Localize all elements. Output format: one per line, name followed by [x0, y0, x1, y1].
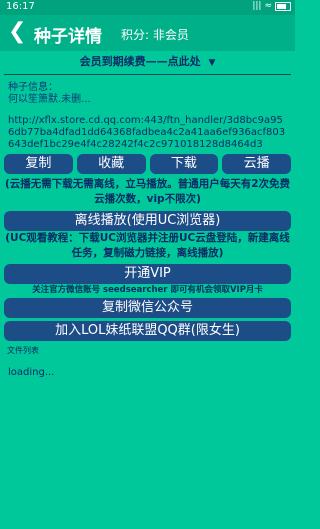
chevron-down-icon: ▼: [208, 58, 216, 68]
seed-name: 何以笙箫默.未删...: [8, 94, 91, 105]
renew-label: 会员到期续费——点此处: [79, 55, 201, 68]
uc-tutorial-tip: (UC观看教程：下载UC浏览器并注册UC云盘登陆，新建离线任务，复制磁力链接，离…: [5, 232, 290, 259]
primary-actions: 复制 收藏 下载 云播: [4, 154, 291, 174]
cloud-play-button[interactable]: 云播: [222, 154, 291, 174]
join-qq-group-button[interactable]: 加入LOL妹纸联盟QQ群(限女生): [4, 321, 291, 341]
magnet-url: http://xflx.store.cd.qq.com:443/ftn_hand…: [8, 115, 286, 150]
battery-icon: [275, 1, 291, 11]
wechat-gift-notice: 关注官方微信账号 seedsearcher 即可有机会领取VIP月卡: [32, 285, 263, 295]
status-bar: 16:17 ||| ≈: [0, 0, 295, 15]
favorite-button[interactable]: 收藏: [76, 154, 146, 174]
cloud-play-tip: (云播无需下载无需离线，立马播放。普通用户每天有2次免费云播次数，vip不限次): [4, 178, 291, 205]
divider: [4, 74, 291, 75]
seed-info-label: 种子信息：: [8, 82, 58, 93]
seed-detail-panel: 会员到期续费——点此处 ▼ 种子信息： 何以笙箫默.未删... http://x…: [0, 51, 295, 529]
wifi-icon: ≈: [264, 1, 272, 11]
app-header: ❮ 种子详情 积分: 非会员: [0, 15, 295, 51]
signal-icon: |||: [252, 1, 262, 11]
download-button[interactable]: 下载: [149, 154, 219, 174]
back-arrow-icon[interactable]: ❮: [8, 18, 26, 46]
offline-play-button[interactable]: 离线播放(使用UC浏览器): [4, 211, 291, 231]
renew-membership-link[interactable]: 会员到期续费——点此处 ▼: [0, 53, 295, 75]
points-status: 积分: 非会员: [121, 28, 189, 42]
status-time: 16:17: [6, 1, 35, 12]
loading-text: loading...: [8, 367, 55, 378]
open-vip-button[interactable]: 开通VIP: [4, 264, 291, 284]
seed-info: 种子信息： 何以笙箫默.未删...: [8, 82, 91, 106]
copy-button[interactable]: 复制: [4, 154, 73, 174]
file-list-label: 文件列表: [7, 346, 39, 355]
copy-wechat-button[interactable]: 复制微信公众号: [4, 298, 291, 318]
status-icons: ||| ≈: [252, 1, 291, 11]
page-title: 种子详情: [34, 27, 102, 47]
